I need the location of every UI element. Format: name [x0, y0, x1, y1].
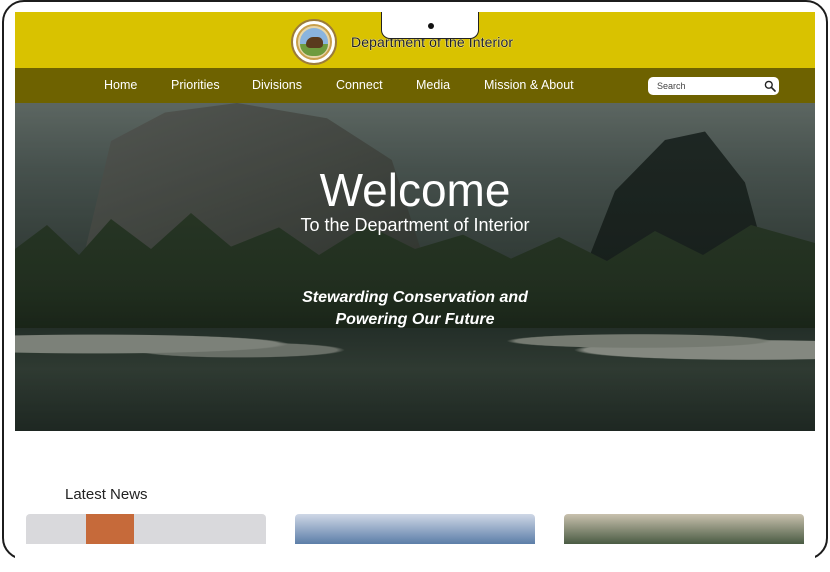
news-card-1[interactable]: [26, 514, 266, 544]
bison-seal-icon[interactable]: [291, 19, 337, 65]
latest-news-heading: Latest News: [65, 486, 148, 503]
nav-item-media[interactable]: Media: [416, 78, 450, 92]
search-input[interactable]: [648, 77, 779, 95]
news-card-3[interactable]: [564, 514, 804, 544]
bison-figure: [306, 37, 323, 48]
hero-subtitle: To the Department of Interior: [300, 215, 530, 235]
search-icon[interactable]: [764, 80, 776, 92]
news-card-2[interactable]: [295, 514, 535, 544]
hero-overlay: [15, 103, 815, 431]
nav-item-connect[interactable]: Connect: [336, 78, 383, 92]
main-navigation: Home Priorities Divisions Connect Media …: [15, 68, 815, 103]
hero-banner: Welcome To the Department of Interior St…: [15, 103, 815, 431]
camera-notch: [381, 12, 479, 39]
hero-tagline: Stewarding Conservation and Powering Our…: [302, 289, 528, 328]
nav-item-divisions[interactable]: Divisions: [252, 78, 302, 92]
nav-item-priorities[interactable]: Priorities: [171, 78, 220, 92]
nav-item-home[interactable]: Home: [104, 78, 137, 92]
hero-title: Welcome: [319, 164, 511, 216]
nav-item-mission-about[interactable]: Mission & About: [484, 78, 574, 92]
camera-dot: [428, 23, 434, 29]
